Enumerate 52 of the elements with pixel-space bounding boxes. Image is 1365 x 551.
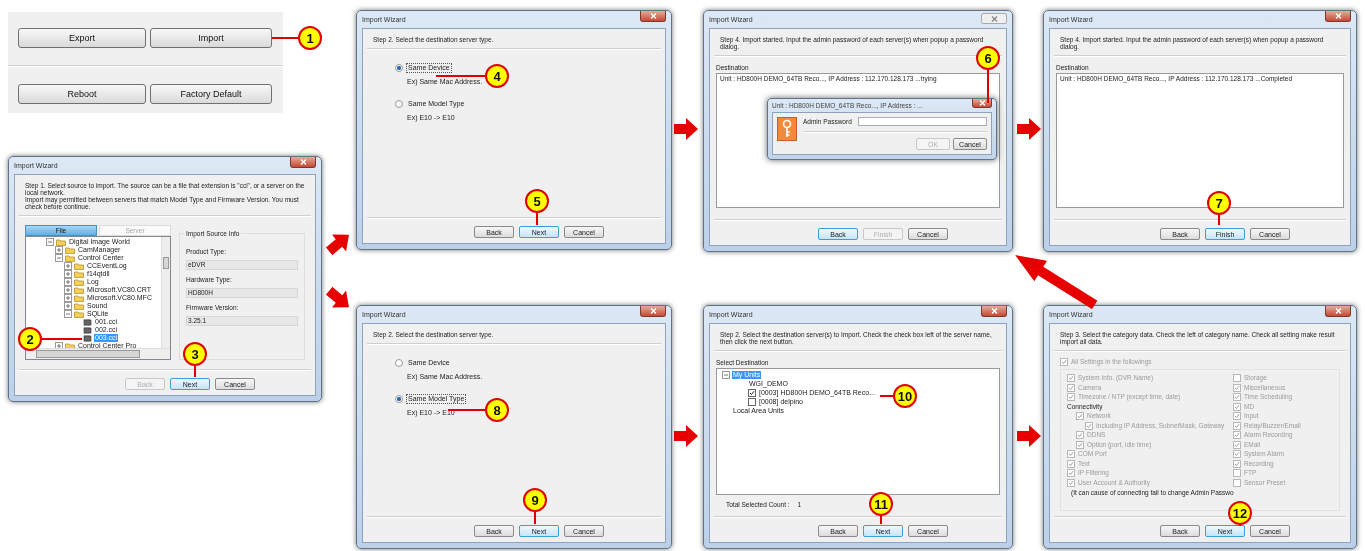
expand-icon[interactable] — [64, 286, 72, 294]
radio-button[interactable] — [395, 395, 403, 403]
collapse-icon[interactable] — [64, 310, 72, 318]
close-icon — [1334, 308, 1342, 314]
close-icon — [990, 15, 998, 22]
close-button[interactable] — [972, 99, 992, 108]
flow-arrow — [1017, 118, 1041, 140]
leader-line — [436, 75, 485, 77]
flow-arrow — [674, 118, 698, 140]
step-callout: 1 — [298, 26, 322, 50]
vertical-scrollbar[interactable] — [161, 237, 170, 348]
expand-icon[interactable] — [64, 262, 72, 270]
panel-button[interactable]: Import — [150, 28, 272, 48]
close-button[interactable] — [640, 11, 666, 22]
leader-line — [534, 512, 536, 524]
close-button[interactable] — [1325, 11, 1351, 22]
panel-button[interactable]: Reboot — [18, 84, 146, 104]
expand-icon[interactable] — [64, 270, 72, 278]
collapse-icon[interactable] — [722, 370, 730, 379]
leader-line — [880, 395, 893, 397]
flow-arrow — [674, 425, 698, 447]
close-icon — [990, 308, 998, 314]
horizontal-scrollbar[interactable] — [26, 348, 170, 359]
expand-icon[interactable] — [64, 294, 72, 302]
close-icon — [1334, 13, 1342, 19]
expand-icon[interactable] — [64, 302, 72, 310]
leader-line — [536, 213, 538, 225]
close-button[interactable] — [640, 306, 666, 317]
collapse-icon[interactable] — [55, 254, 63, 262]
close-button[interactable] — [290, 157, 316, 168]
close-icon — [299, 159, 307, 165]
panel-button[interactable]: Factory Default — [150, 84, 272, 104]
collapse-icon[interactable] — [46, 238, 54, 246]
checkbox[interactable] — [748, 388, 756, 397]
close-icon — [649, 13, 657, 19]
leader-line — [42, 338, 82, 340]
radio-button[interactable] — [395, 359, 403, 367]
password-field[interactable] — [857, 117, 987, 126]
radio-button[interactable] — [395, 100, 403, 108]
expand-icon[interactable] — [64, 278, 72, 286]
leader-line — [448, 409, 485, 411]
close-button[interactable] — [981, 306, 1007, 317]
checkbox[interactable] — [748, 397, 756, 406]
flow-arrow — [1017, 425, 1041, 447]
key-icon — [777, 117, 797, 141]
close-icon — [978, 100, 986, 106]
leader-line — [987, 70, 989, 103]
panel-button[interactable]: Export — [18, 28, 146, 48]
radio-button[interactable] — [395, 64, 403, 72]
leader-line — [272, 37, 298, 39]
close-icon — [649, 308, 657, 314]
expand-icon[interactable] — [55, 246, 63, 254]
